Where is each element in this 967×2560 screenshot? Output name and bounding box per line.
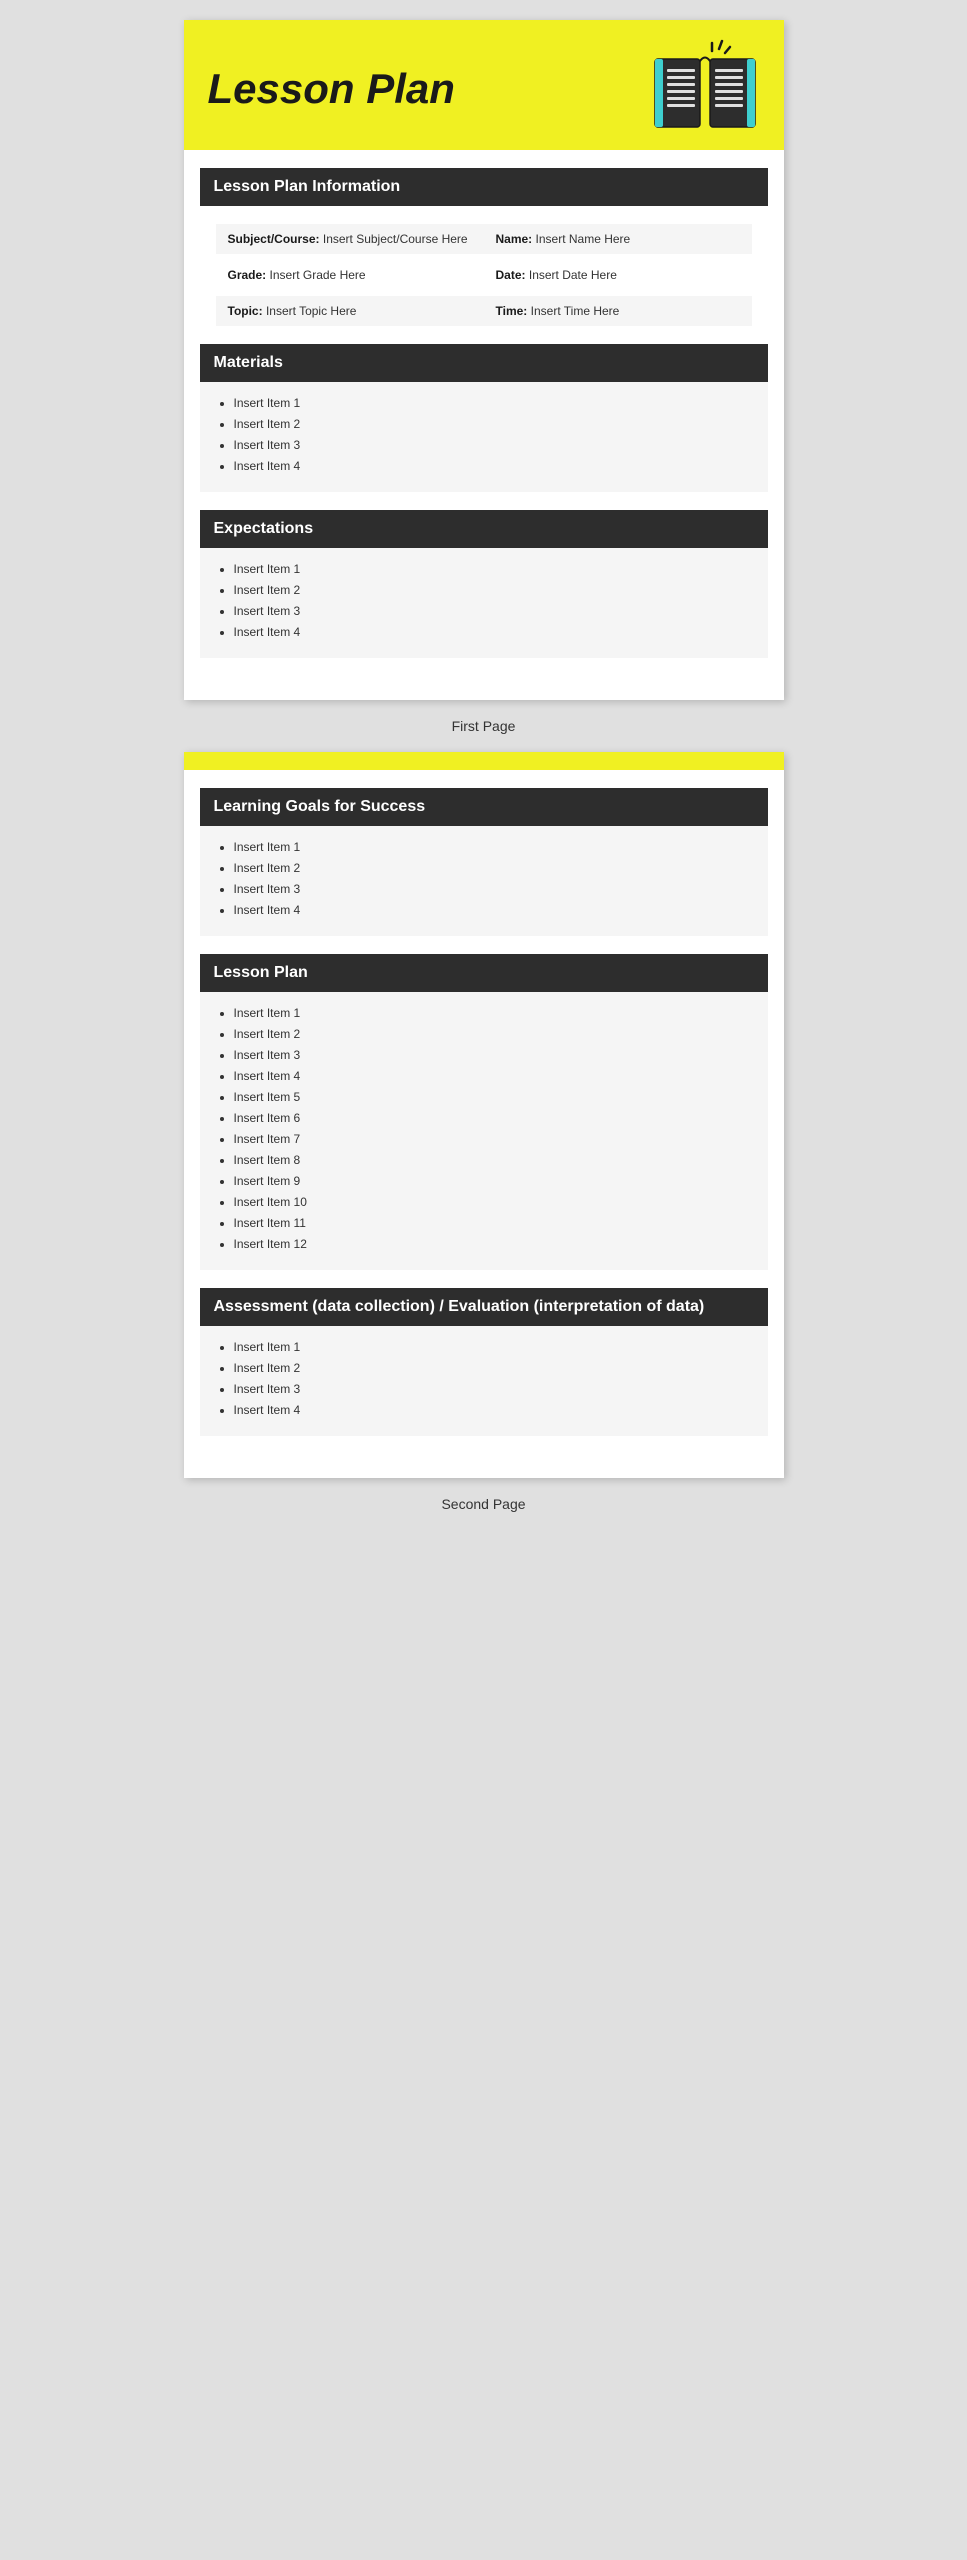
- materials-section: Materials Insert Item 1 Insert Item 2 In…: [200, 344, 768, 492]
- list-item: Insert Item 4: [234, 1401, 754, 1419]
- list-item: Insert Item 2: [234, 1025, 754, 1043]
- expectations-list: Insert Item 1 Insert Item 2 Insert Item …: [214, 560, 754, 641]
- topic-label: Topic:: [228, 304, 263, 318]
- list-item: Insert Item 4: [234, 1067, 754, 1085]
- materials-content: Insert Item 1 Insert Item 2 Insert Item …: [200, 382, 768, 492]
- list-item: Insert Item 10: [234, 1193, 754, 1211]
- list-item: Insert Item 12: [234, 1235, 754, 1253]
- list-item: Insert Item 1: [234, 1338, 754, 1356]
- list-item: Insert Item 9: [234, 1172, 754, 1190]
- list-item: Insert Item 3: [234, 1046, 754, 1064]
- expectations-header: Expectations: [200, 510, 768, 548]
- time-label: Time:: [496, 304, 528, 318]
- lesson-plan-body-section: Lesson Plan Insert Item 1 Insert Item 2 …: [200, 954, 768, 1270]
- grade-cell: Grade: Insert Grade Here: [216, 260, 484, 290]
- list-item: Insert Item 8: [234, 1151, 754, 1169]
- materials-list: Insert Item 1 Insert Item 2 Insert Item …: [214, 394, 754, 475]
- page-1-label: First Page: [452, 718, 516, 734]
- list-item: Insert Item 3: [234, 880, 754, 898]
- lesson-plan-body-content: Insert Item 1 Insert Item 2 Insert Item …: [200, 992, 768, 1270]
- info-grid: Subject/Course: Insert Subject/Course He…: [216, 224, 752, 326]
- assessment-header: Assessment (data collection) / Evaluatio…: [200, 1288, 768, 1326]
- info-row-1: Subject/Course: Insert Subject/Course He…: [216, 224, 752, 254]
- list-item: Insert Item 2: [234, 1359, 754, 1377]
- date-value: Insert Date Here: [529, 268, 617, 282]
- list-item: Insert Item 1: [234, 1004, 754, 1022]
- name-value: Insert Name Here: [536, 232, 631, 246]
- list-item: Insert Item 11: [234, 1214, 754, 1232]
- list-item: Insert Item 1: [234, 838, 754, 856]
- expectations-content: Insert Item 1 Insert Item 2 Insert Item …: [200, 548, 768, 658]
- learning-goals-section: Learning Goals for Success Insert Item 1…: [200, 788, 768, 936]
- page-2: Learning Goals for Success Insert Item 1…: [184, 752, 784, 1478]
- subject-value: Insert Subject/Course Here: [323, 232, 468, 246]
- assessment-section: Assessment (data collection) / Evaluatio…: [200, 1288, 768, 1436]
- list-item: Insert Item 2: [234, 859, 754, 877]
- learning-goals-list: Insert Item 1 Insert Item 2 Insert Item …: [214, 838, 754, 919]
- subject-label: Subject/Course:: [228, 232, 320, 246]
- info-row-2: Grade: Insert Grade Here Date: Insert Da…: [216, 260, 752, 290]
- topic-value: Insert Topic Here: [266, 304, 357, 318]
- lesson-plan-info-header: Lesson Plan Information: [200, 168, 768, 206]
- learning-goals-content: Insert Item 1 Insert Item 2 Insert Item …: [200, 826, 768, 936]
- materials-header: Materials: [200, 344, 768, 382]
- list-item: Insert Item 3: [234, 1380, 754, 1398]
- time-cell: Time: Insert Time Here: [484, 296, 752, 326]
- lesson-plan-list: Insert Item 1 Insert Item 2 Insert Item …: [214, 1004, 754, 1253]
- learning-goals-header: Learning Goals for Success: [200, 788, 768, 826]
- list-item: Insert Item 2: [234, 581, 754, 599]
- list-item: Insert Item 2: [234, 415, 754, 433]
- info-row-3: Topic: Insert Topic Here Time: Insert Ti…: [216, 296, 752, 326]
- header-banner: Lesson Plan: [184, 20, 784, 150]
- list-item: Insert Item 1: [234, 394, 754, 412]
- grade-value: Insert Grade Here: [270, 268, 366, 282]
- name-cell: Name: Insert Name Here: [484, 224, 752, 254]
- list-item: Insert Item 5: [234, 1088, 754, 1106]
- list-item: Insert Item 4: [234, 901, 754, 919]
- list-item: Insert Item 4: [234, 623, 754, 641]
- page-2-content: Learning Goals for Success Insert Item 1…: [184, 788, 784, 1478]
- list-item: Insert Item 1: [234, 560, 754, 578]
- expectations-section: Expectations Insert Item 1 Insert Item 2…: [200, 510, 768, 658]
- page-1: Lesson Plan: [184, 20, 784, 700]
- lesson-plan-info-section: Lesson Plan Information Subject/Course: …: [200, 168, 768, 326]
- topic-cell: Topic: Insert Topic Here: [216, 296, 484, 326]
- subject-cell: Subject/Course: Insert Subject/Course He…: [216, 224, 484, 254]
- list-item: Insert Item 7: [234, 1130, 754, 1148]
- page-title: Lesson Plan: [208, 66, 455, 112]
- list-item: Insert Item 6: [234, 1109, 754, 1127]
- date-label: Date:: [496, 268, 526, 282]
- book-icon: [650, 39, 760, 139]
- yellow-stripe: [184, 752, 784, 770]
- page-2-label: Second Page: [441, 1496, 525, 1512]
- page-1-content: Lesson Plan Information Subject/Course: …: [184, 168, 784, 700]
- assessment-list: Insert Item 1 Insert Item 2 Insert Item …: [214, 1338, 754, 1419]
- list-item: Insert Item 3: [234, 602, 754, 620]
- lesson-plan-body-header: Lesson Plan: [200, 954, 768, 992]
- time-value: Insert Time Here: [531, 304, 620, 318]
- name-label: Name:: [496, 232, 533, 246]
- list-item: Insert Item 3: [234, 436, 754, 454]
- list-item: Insert Item 4: [234, 457, 754, 475]
- grade-label: Grade:: [228, 268, 267, 282]
- date-cell: Date: Insert Date Here: [484, 260, 752, 290]
- assessment-content: Insert Item 1 Insert Item 2 Insert Item …: [200, 1326, 768, 1436]
